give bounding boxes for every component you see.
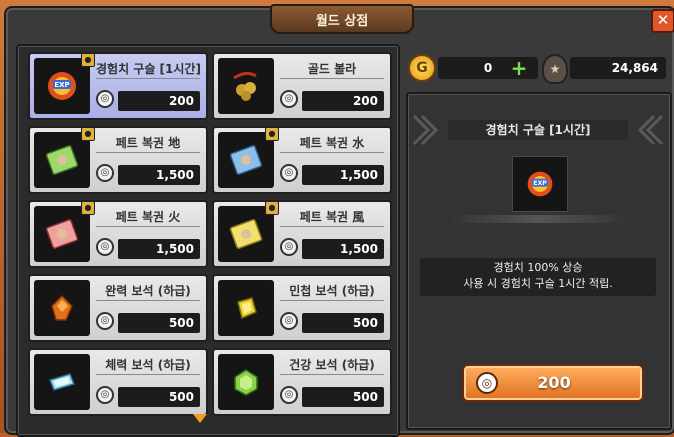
strength-gem-icon [34,280,90,336]
shop-item-pet-ticket-wind[interactable]: ● 페트 복권 風 ◎ 1,500 [212,200,392,268]
medal-coin-icon: ◎ [280,312,298,330]
buy-price: 200 [537,373,571,392]
item-price: 500 [302,387,384,407]
lock-icon: ● [81,127,95,141]
pet-ticket-earth-icon: ● [34,127,95,188]
medal-coin-icon: ◎ [280,164,298,182]
item-price: 500 [118,387,200,407]
lock-icon: ● [81,201,95,215]
shop-item-vitality-gem[interactable]: 체력 보석 (하급) ◎ 500 [28,348,208,416]
description-line: 경험치 100% 상승 [493,261,583,274]
shop-item-health-gem[interactable]: 건강 보석 (하급) ◎ 500 [212,348,392,416]
pet-ticket-fire-icon: ● [34,201,95,262]
shop-item-strength-gem[interactable]: 완력 보석 (하급) ◎ 500 [28,274,208,342]
scroll-down-arrow-icon[interactable] [193,414,207,423]
shop-item-pet-ticket-water[interactable]: ● 페트 복권 水 ◎ 1,500 [212,126,392,194]
medal-coin-icon: ◎ [96,164,114,182]
medal-coin-icon: ◎ [280,90,298,108]
medal-coin-icon: ◎ [476,372,498,394]
medal-coin-icon: ◎ [280,238,298,256]
detail-title: 경험치 구슬 [1시간] [448,120,628,140]
world-shop-window: EXP ● 경험치 구슬 [1시간] ◎ 200 골드 볼라 ◎ 200 ● 페… [4,6,674,437]
svg-text:EXP: EXP [533,180,547,187]
add-gold-button[interactable]: + [508,57,530,79]
shop-item-gold-bola[interactable]: 골드 볼라 ◎ 200 [212,52,392,120]
window-title: 월드 상점 [270,4,414,34]
shop-item-agility-gem[interactable]: 민첩 보석 (하급) ◎ 500 [212,274,392,342]
medal-amount: 24,864 [570,57,666,79]
shop-item-exp-orb[interactable]: EXP ● 경험치 구슬 [1시간] ◎ 200 [28,52,208,120]
item-price: 200 [118,91,200,111]
exp-orb-icon: EXP [512,156,568,212]
buy-button[interactable]: ◎ 200 [462,364,644,402]
agility-gem-icon [218,280,274,336]
item-name: 건강 보석 (하급) [280,356,384,375]
lock-icon: ● [265,201,279,215]
lock-icon: ● [265,127,279,141]
medal-icon: ★ [542,54,568,84]
item-price: 1,500 [302,165,384,185]
item-price: 500 [302,313,384,333]
vitality-gem-icon [34,354,90,410]
exp-orb-icon: EXP ● [34,53,95,114]
item-price: 1,500 [118,239,200,259]
detail-description: 경험치 100% 상승 사용 시 경험치 구슬 1시간 적립. [420,258,656,296]
item-list-panel: EXP ● 경험치 구슬 [1시간] ◎ 200 골드 볼라 ◎ 200 ● 페… [16,44,400,437]
item-price: 200 [302,91,384,111]
item-detail-panel: 경험치 구슬 [1시간] EXP 경험치 100% 상승 사용 시 경험치 구슬… [406,92,672,430]
medal-coin-icon: ◎ [96,90,114,108]
item-name: 완력 보석 (하급) [96,282,200,301]
ornament-right-icon [637,114,664,146]
detail-divider [448,215,630,223]
gold-bola-icon [218,58,274,114]
medal-coin-icon: ◎ [280,386,298,404]
description-line: 사용 시 경험치 구슬 1시간 적립. [463,277,613,290]
item-name: 경험치 구슬 [1시간] [96,60,200,79]
item-price: 1,500 [118,165,200,185]
medal-coin-icon: ◎ [96,386,114,404]
close-button[interactable]: ✕ [651,9,674,33]
health-gem-icon [218,354,274,410]
item-name: 페트 복권 水 [280,134,384,153]
medal-coin-icon: ◎ [96,238,114,256]
gold-coin-icon: G [408,54,436,82]
item-name: 체력 보석 (하급) [96,356,200,375]
item-name: 페트 복권 風 [280,208,384,227]
pet-ticket-water-icon: ● [218,127,279,188]
shop-item-pet-ticket-earth[interactable]: ● 페트 복권 地 ◎ 1,500 [28,126,208,194]
item-name: 민첩 보석 (하급) [280,282,384,301]
medal-coin-icon: ◎ [96,312,114,330]
item-price: 500 [118,313,200,333]
ornament-left-icon [412,114,439,146]
item-name: 골드 볼라 [280,60,384,79]
svg-text:EXP: EXP [54,81,69,89]
item-name: 페트 복권 地 [96,134,200,153]
shop-item-pet-ticket-fire[interactable]: ● 페트 복권 火 ◎ 1,500 [28,200,208,268]
item-name: 페트 복권 火 [96,208,200,227]
pet-ticket-wind-icon: ● [218,201,279,262]
item-price: 1,500 [302,239,384,259]
lock-icon: ● [81,53,95,67]
